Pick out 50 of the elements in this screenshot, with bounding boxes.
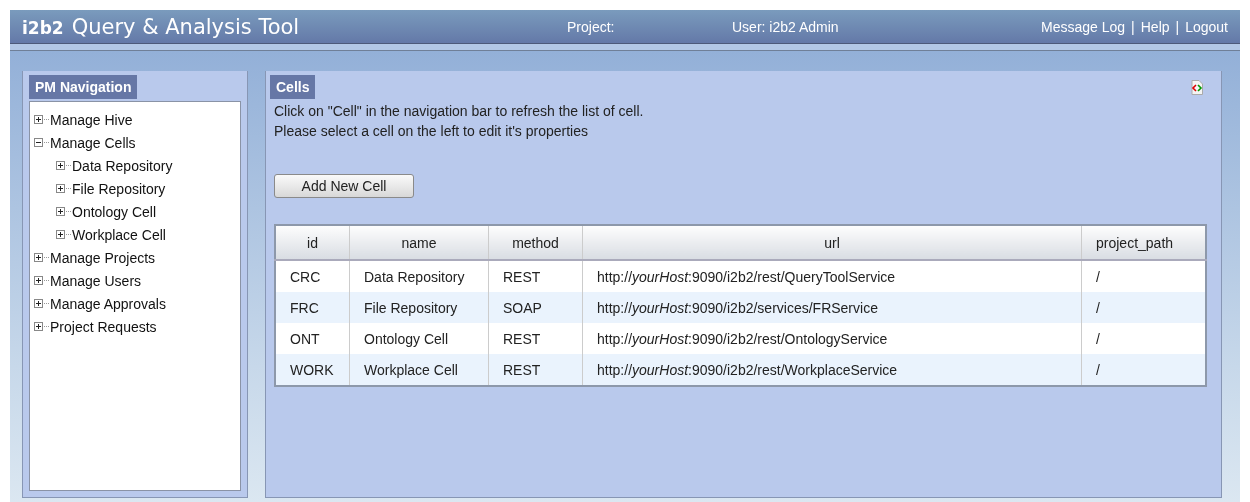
table-cell: SOAP bbox=[488, 292, 583, 323]
separator: | bbox=[1131, 18, 1135, 35]
project-label: Project: bbox=[567, 18, 616, 35]
header-link[interactable]: Help bbox=[1140, 18, 1170, 35]
header-link[interactable]: Logout bbox=[1185, 18, 1228, 35]
tree-item[interactable]: Manage Users bbox=[50, 272, 142, 289]
expand-icon[interactable] bbox=[34, 253, 43, 262]
table-cell: WORK bbox=[275, 354, 350, 386]
column-header[interactable]: url bbox=[582, 225, 1082, 260]
code-file-icon[interactable] bbox=[1191, 80, 1203, 95]
expand-icon[interactable] bbox=[56, 207, 65, 216]
tree-item[interactable]: Ontology Cell bbox=[72, 203, 157, 220]
table-cell: http://yourHost:9090/i2b2/services/FRService bbox=[582, 292, 1082, 323]
tree-item[interactable]: Project Requests bbox=[50, 318, 157, 335]
tree-item[interactable]: File Repository bbox=[72, 180, 166, 197]
tree-item[interactable]: Manage Hive bbox=[50, 111, 133, 128]
expand-icon[interactable] bbox=[56, 230, 65, 239]
expand-icon[interactable] bbox=[34, 115, 43, 124]
table-cell: http://yourHost:9090/i2b2/rest/WorkplaceService bbox=[582, 354, 1082, 386]
user-label: User: i2b2 Admin bbox=[732, 18, 840, 35]
panel-tab[interactable]: Cells bbox=[270, 75, 316, 99]
table-cell: Workplace Cell bbox=[349, 354, 489, 386]
table-cell: FRC bbox=[275, 292, 350, 323]
header-link[interactable]: Message Log bbox=[1041, 18, 1126, 35]
table-cell: / bbox=[1081, 292, 1206, 323]
tree-item[interactable]: Workplace Cell bbox=[72, 226, 166, 243]
expand-icon[interactable] bbox=[34, 299, 43, 308]
app-title: Query & Analysis Tool bbox=[71, 14, 300, 39]
table-cell: REST bbox=[488, 354, 583, 386]
separator: | bbox=[1175, 18, 1180, 35]
expand-icon[interactable] bbox=[34, 276, 43, 285]
logo: i2b2 bbox=[22, 17, 64, 38]
instruction-text: Please select a cell on the left to edit it's properties bbox=[274, 123, 589, 140]
tree-item[interactable]: Manage Cells bbox=[50, 134, 136, 151]
tree-item[interactable]: Manage Projects bbox=[50, 249, 156, 266]
column-header[interactable]: id bbox=[275, 225, 350, 260]
column-header[interactable]: name bbox=[349, 225, 489, 260]
instruction-text: Click on "Cell" in the navigation bar to refresh the list of cell. bbox=[274, 103, 645, 120]
collapse-icon[interactable] bbox=[34, 138, 43, 147]
expand-icon[interactable] bbox=[56, 184, 65, 193]
column-header[interactable]: method bbox=[488, 225, 583, 260]
column-header[interactable]: project_path bbox=[1081, 225, 1206, 260]
expand-icon[interactable] bbox=[56, 161, 65, 170]
tree-item[interactable]: Manage Approvals bbox=[50, 295, 166, 312]
table-cell: File Repository bbox=[349, 292, 489, 323]
tree-item[interactable]: Data Repository bbox=[72, 157, 173, 174]
table-cell: / bbox=[1081, 354, 1206, 386]
expand-icon[interactable] bbox=[34, 322, 43, 331]
panel-tab[interactable]: PM Navigation bbox=[29, 75, 138, 99]
add-cell-button[interactable]: Add New Cell bbox=[274, 174, 414, 198]
